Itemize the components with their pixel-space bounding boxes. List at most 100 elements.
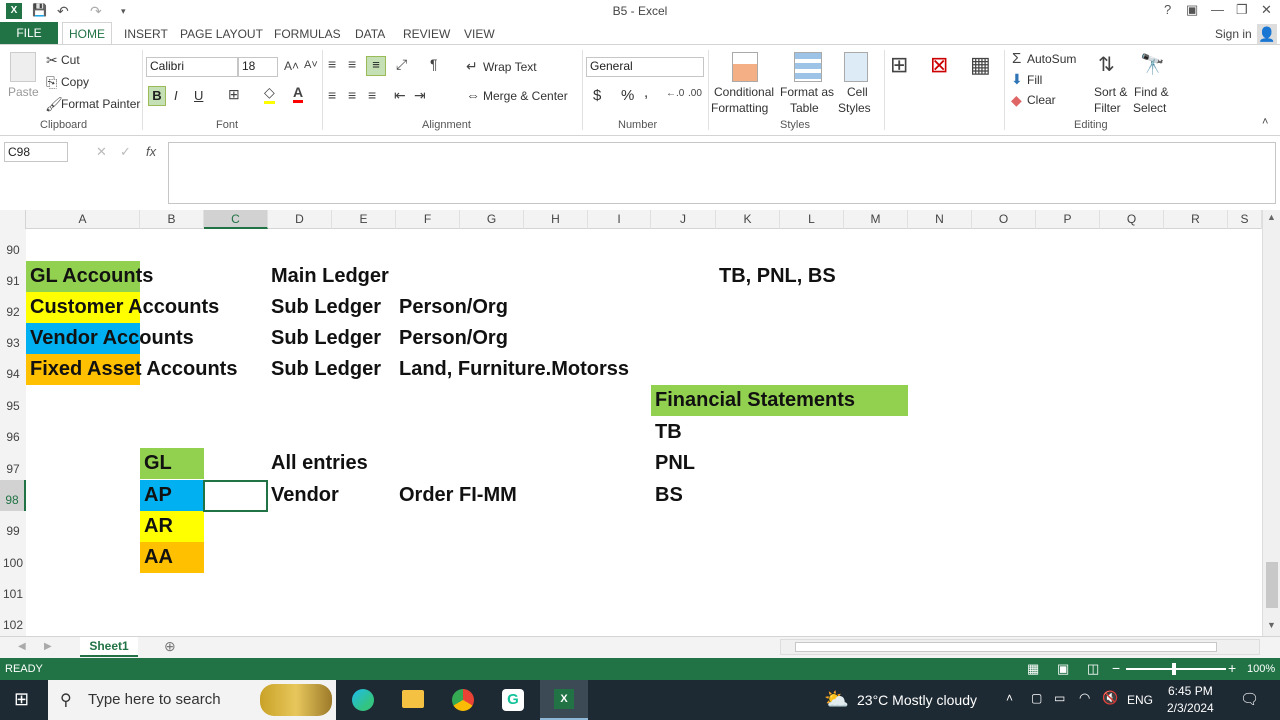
column-header-m[interactable]: M xyxy=(844,210,908,229)
input-language[interactable]: ENG xyxy=(1127,693,1153,707)
sort-filter-button-2[interactable]: Filter xyxy=(1094,101,1121,115)
row-header-98[interactable]: 98 xyxy=(0,480,26,511)
meet-now-icon[interactable]: ▢ xyxy=(1031,691,1042,705)
column-header-o[interactable]: O xyxy=(972,210,1036,229)
row-header-101[interactable]: 101 xyxy=(0,574,26,605)
format-as-table-label-2[interactable]: Table xyxy=(790,101,819,115)
row-header-92[interactable]: 92 xyxy=(0,292,26,323)
cell-j95[interactable]: Financial Statements xyxy=(655,385,855,416)
cell-f93[interactable]: Person/Org xyxy=(399,323,508,354)
cell-d94[interactable]: Sub Ledger xyxy=(271,354,381,385)
wrap-text-button[interactable]: Wrap Text xyxy=(483,60,537,74)
taskbar-search-box[interactable]: ⚲ Type here to search xyxy=(48,680,336,720)
chrome-browser-icon[interactable] xyxy=(452,689,474,711)
page-break-view-icon[interactable]: ◫ xyxy=(1087,661,1099,677)
row-header-96[interactable]: 96 xyxy=(0,417,26,448)
cell-k91[interactable]: TB, PNL, BS xyxy=(719,261,836,292)
column-header-j[interactable]: J xyxy=(651,210,716,229)
cell-j96[interactable]: TB xyxy=(655,417,682,448)
cell-d93[interactable]: Sub Ledger xyxy=(271,323,381,354)
font-name-select[interactable]: Calibri xyxy=(146,57,238,77)
row-header-97[interactable]: 97 xyxy=(0,448,26,480)
tab-home[interactable]: HOME xyxy=(62,22,112,45)
weather-text[interactable]: 23°C Mostly cloudy xyxy=(857,692,977,708)
merge-center-button[interactable]: Merge & Center xyxy=(483,89,568,103)
zoom-in-button[interactable]: + xyxy=(1228,660,1236,676)
percent-button[interactable]: % xyxy=(621,87,634,104)
cell-d97[interactable]: All entries xyxy=(271,448,368,479)
column-header-l[interactable]: L xyxy=(780,210,844,229)
cut-button[interactable]: Cut xyxy=(61,53,80,67)
column-header-i[interactable]: I xyxy=(588,210,651,229)
confirm-entry-icon[interactable]: ✓ xyxy=(120,144,131,160)
row-header-99[interactable]: 99 xyxy=(0,511,26,542)
cell-styles-icon[interactable] xyxy=(844,52,868,82)
clear-icon[interactable]: ◆ xyxy=(1011,92,1022,109)
increase-indent-icon[interactable]: ⇥ xyxy=(414,87,426,104)
cancel-entry-icon[interactable]: ✕ xyxy=(96,144,107,160)
currency-button[interactable]: $ xyxy=(593,87,601,104)
cell-b99[interactable]: AR xyxy=(144,511,173,542)
notifications-icon[interactable]: 🗨 xyxy=(1240,690,1259,708)
bold-button[interactable]: B xyxy=(148,86,166,106)
increase-font-icon[interactable]: A˄ xyxy=(284,59,299,73)
user-avatar-icon[interactable]: 👤 xyxy=(1257,24,1277,44)
cell-j98[interactable]: BS xyxy=(655,480,683,511)
cell-styles-label[interactable]: Cell xyxy=(847,85,868,99)
tab-formulas[interactable]: FORMULAS xyxy=(274,27,341,41)
row-header-94[interactable]: 94 xyxy=(0,354,26,385)
minimize-button[interactable]: — xyxy=(1211,2,1224,17)
cell-b98[interactable]: AP xyxy=(144,480,172,511)
column-header-g[interactable]: G xyxy=(460,210,524,229)
format-cells-icon[interactable]: ▦ xyxy=(970,52,991,78)
search-highlight-mask-icon[interactable] xyxy=(260,684,332,716)
find-select-button-2[interactable]: Select xyxy=(1133,101,1166,115)
show-hidden-icons[interactable]: ˄ xyxy=(1006,691,1013,705)
cell-a93[interactable]: Vendor Accounts xyxy=(30,323,194,354)
network-icon[interactable]: ◠ xyxy=(1079,690,1090,706)
file-explorer-icon[interactable] xyxy=(402,690,424,708)
tab-data[interactable]: DATA xyxy=(355,27,385,41)
excel-taskbar-icon[interactable]: X xyxy=(540,680,588,720)
cut-icon[interactable]: ✂ xyxy=(46,52,58,69)
font-color-icon[interactable]: A xyxy=(293,84,304,103)
cell-a91[interactable]: GL Accounts xyxy=(30,261,153,292)
horizontal-scrollbar[interactable] xyxy=(780,639,1260,655)
autosum-icon[interactable]: Σ xyxy=(1012,50,1021,67)
format-as-table-icon[interactable] xyxy=(794,52,822,82)
fill-color-icon[interactable]: ◇ xyxy=(264,84,275,104)
underline-button[interactable]: U xyxy=(194,88,203,103)
cell-j97[interactable]: PNL xyxy=(655,448,695,479)
copy-button[interactable]: Copy xyxy=(61,75,89,89)
italic-button[interactable]: I xyxy=(174,88,178,103)
tab-file[interactable]: FILE xyxy=(0,22,58,44)
name-box[interactable]: C98 xyxy=(4,142,68,162)
add-sheet-icon[interactable]: ⊕ xyxy=(164,638,176,655)
formula-input[interactable] xyxy=(168,142,1276,204)
fill-button[interactable]: Fill xyxy=(1027,73,1042,87)
battery-icon[interactable]: ▭ xyxy=(1054,691,1065,705)
tab-view[interactable]: VIEW xyxy=(464,27,495,41)
column-header-h[interactable]: H xyxy=(524,210,588,229)
row-header-95[interactable]: 95 xyxy=(0,385,26,417)
merge-center-icon[interactable]: ⇔ xyxy=(466,87,480,103)
zoom-slider-thumb[interactable] xyxy=(1172,663,1176,675)
tab-review[interactable]: REVIEW xyxy=(403,27,450,41)
orientation-icon[interactable]: ⤢ xyxy=(396,56,407,73)
autosum-button[interactable]: AutoSum xyxy=(1027,52,1076,66)
align-bottom-icon[interactable]: ≡ xyxy=(366,56,386,76)
collapse-ribbon-icon[interactable]: ˄ xyxy=(1262,116,1268,128)
edge-browser-icon[interactable] xyxy=(352,689,374,711)
column-header-k[interactable]: K xyxy=(716,210,780,229)
wrap-text-icon[interactable]: ↵ xyxy=(466,58,478,75)
conditional-formatting-label-2[interactable]: Formatting xyxy=(711,101,768,115)
row-header-93[interactable]: 93 xyxy=(0,323,26,354)
sort-filter-icon[interactable]: ⇅ xyxy=(1098,52,1115,77)
tab-page-layout[interactable]: PAGE LAYOUT xyxy=(180,27,263,41)
align-center-icon[interactable]: ≡ xyxy=(348,87,356,103)
column-header-b[interactable]: B xyxy=(140,210,204,229)
cell-f94[interactable]: Land, Furniture.Motorss xyxy=(399,354,629,385)
column-header-q[interactable]: Q xyxy=(1100,210,1164,229)
column-header-p[interactable]: P xyxy=(1036,210,1100,229)
zoom-slider[interactable] xyxy=(1126,663,1226,675)
